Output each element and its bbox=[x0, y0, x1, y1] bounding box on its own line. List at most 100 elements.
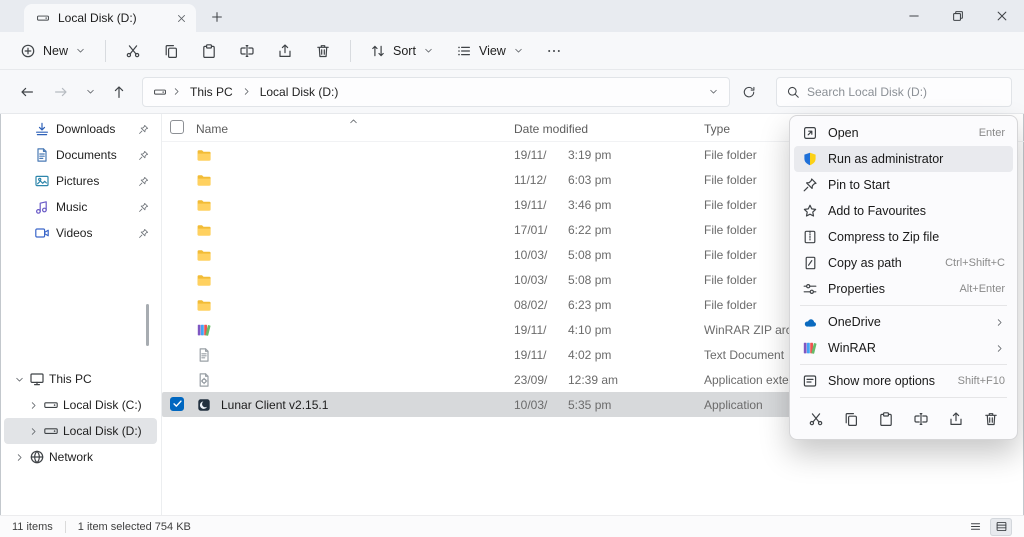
context-menu-item[interactable]: Compress to Zip file bbox=[794, 224, 1013, 250]
new-button-label: New bbox=[43, 44, 68, 58]
new-tab-button[interactable] bbox=[204, 4, 230, 30]
toolbar-separator bbox=[105, 40, 106, 62]
file-date: 19/11/ bbox=[514, 348, 568, 362]
details-view-icon bbox=[995, 520, 1008, 533]
items-count: 11 items bbox=[12, 521, 53, 533]
sidebar-tree-item[interactable]: Local Disk (D:) bbox=[4, 418, 157, 444]
see-more-button[interactable] bbox=[536, 36, 572, 66]
sort-ascending-icon[interactable] bbox=[348, 116, 359, 127]
up-button[interactable] bbox=[104, 77, 134, 107]
share-button[interactable] bbox=[942, 406, 970, 432]
breadcrumb-item[interactable]: This PC bbox=[171, 83, 237, 101]
check-icon bbox=[172, 398, 183, 409]
sidebar-tree-item[interactable]: Local Disk (C:) bbox=[4, 392, 157, 418]
context-menu-item[interactable]: Open Enter bbox=[794, 120, 1013, 146]
chevron-down-icon bbox=[85, 86, 96, 97]
paste-button[interactable] bbox=[191, 36, 227, 66]
search-input[interactable] bbox=[807, 85, 1002, 99]
copy-button[interactable] bbox=[153, 36, 189, 66]
chevron-down-icon[interactable] bbox=[14, 374, 25, 385]
arrow-right-icon bbox=[53, 84, 69, 100]
copy-button[interactable] bbox=[837, 406, 865, 432]
context-menu-item[interactable]: Pin to Start bbox=[794, 172, 1013, 198]
forward-button[interactable] bbox=[46, 77, 76, 107]
new-plus-icon bbox=[20, 43, 36, 59]
context-menu-item[interactable]: Copy as path Ctrl+Shift+C bbox=[794, 250, 1013, 276]
chevron-right-icon[interactable] bbox=[28, 426, 39, 437]
row-checkbox[interactable] bbox=[170, 397, 184, 411]
minimize-button[interactable] bbox=[892, 0, 936, 32]
restore-button[interactable] bbox=[936, 0, 980, 32]
context-menu-item[interactable]: WinRAR bbox=[794, 335, 1013, 361]
chevron-down-icon bbox=[423, 45, 434, 56]
context-menu-item[interactable]: Run as administrator bbox=[794, 146, 1013, 172]
sidebar-quick-access-item[interactable]: Pictures bbox=[4, 168, 157, 194]
new-button[interactable]: New bbox=[10, 36, 96, 66]
scissors-icon bbox=[125, 43, 141, 59]
details-view-button[interactable] bbox=[990, 518, 1012, 536]
paste-button[interactable] bbox=[872, 406, 900, 432]
address-bar[interactable]: This PC Local Disk (D:) bbox=[142, 77, 730, 107]
search-box[interactable] bbox=[776, 77, 1012, 107]
submenu-chevron-icon bbox=[994, 317, 1005, 328]
ellipsis-icon bbox=[546, 43, 562, 59]
sidebar-quick-access-item[interactable]: Videos bbox=[4, 220, 157, 246]
column-header-date-modified[interactable]: Date modified bbox=[514, 122, 704, 136]
explorer-tab[interactable]: Local Disk (D:) bbox=[24, 4, 196, 32]
delete-button[interactable] bbox=[977, 406, 1005, 432]
copy-icon bbox=[163, 43, 179, 59]
open-icon bbox=[802, 125, 818, 141]
sort-button[interactable]: Sort bbox=[360, 36, 444, 66]
context-menu-item[interactable]: Properties Alt+Enter bbox=[794, 276, 1013, 302]
rename-button[interactable] bbox=[907, 406, 935, 432]
folder-icon bbox=[196, 147, 212, 163]
select-all-checkbox[interactable] bbox=[170, 120, 184, 134]
breadcrumb-item[interactable]: Local Disk (D:) bbox=[241, 83, 343, 101]
file-time: 6:23 pm bbox=[568, 298, 611, 312]
chevron-right-icon[interactable] bbox=[28, 400, 39, 411]
sidebar-quick-access-item[interactable]: Downloads bbox=[4, 116, 157, 142]
share-button[interactable] bbox=[267, 36, 303, 66]
window-controls bbox=[892, 0, 1024, 32]
status-separator bbox=[65, 521, 66, 533]
refresh-icon bbox=[742, 85, 756, 99]
copypath-icon bbox=[802, 255, 818, 271]
view-button[interactable]: View bbox=[446, 36, 534, 66]
cut-button[interactable] bbox=[802, 406, 830, 432]
tab-close-button[interactable] bbox=[172, 9, 190, 27]
sidebar-quick-access-item[interactable]: Documents bbox=[4, 142, 157, 168]
toolbar-separator bbox=[350, 40, 351, 62]
view-icon bbox=[456, 43, 472, 59]
file-time: 4:10 pm bbox=[568, 323, 611, 337]
file-date: 23/09/ bbox=[514, 373, 568, 387]
context-menu-item[interactable]: Add to Favourites bbox=[794, 198, 1013, 224]
sidebar-tree-item[interactable]: Network bbox=[4, 444, 157, 470]
refresh-button[interactable] bbox=[734, 77, 764, 107]
address-dropdown-icon[interactable] bbox=[708, 86, 719, 97]
sort-button-label: Sort bbox=[393, 44, 416, 58]
delete-button[interactable] bbox=[305, 36, 341, 66]
rename-icon bbox=[239, 43, 255, 59]
chevron-right-icon[interactable] bbox=[14, 452, 25, 463]
trash-icon bbox=[983, 411, 999, 427]
file-time: 5:35 pm bbox=[568, 398, 611, 412]
back-button[interactable] bbox=[12, 77, 42, 107]
folder-icon bbox=[196, 297, 212, 313]
context-menu-item[interactable]: OneDrive bbox=[794, 309, 1013, 335]
star-icon bbox=[802, 203, 818, 219]
cut-button[interactable] bbox=[115, 36, 151, 66]
folder-icon bbox=[196, 172, 212, 188]
network-icon bbox=[29, 449, 45, 465]
close-button[interactable] bbox=[980, 0, 1024, 32]
sidebar-tree-item[interactable]: This PC bbox=[4, 366, 157, 392]
paste-icon bbox=[201, 43, 217, 59]
search-icon bbox=[786, 85, 800, 99]
list-view-button[interactable] bbox=[964, 518, 986, 536]
sidebar-scrollbar-thumb[interactable] bbox=[146, 304, 149, 346]
recent-locations-button[interactable] bbox=[80, 77, 100, 107]
folder-icon bbox=[196, 197, 212, 213]
pin-icon bbox=[802, 177, 818, 193]
rename-button[interactable] bbox=[229, 36, 265, 66]
sidebar-quick-access-item[interactable]: Music bbox=[4, 194, 157, 220]
context-menu-item[interactable]: Show more options Shift+F10 bbox=[794, 368, 1013, 394]
